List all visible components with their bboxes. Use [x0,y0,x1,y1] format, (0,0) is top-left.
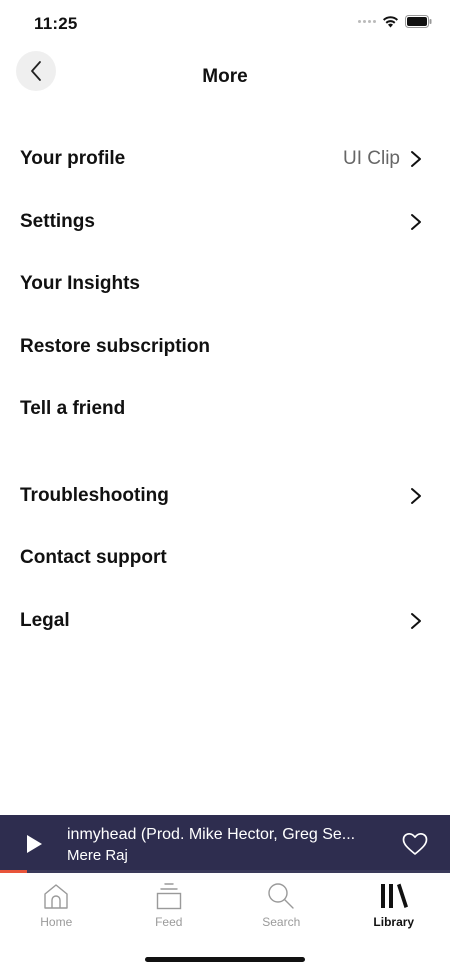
menu-item-label: Legal [20,609,70,631]
menu-item-tell-a-friend[interactable]: Tell a friend [0,378,450,441]
menu-item-label: Your profile [20,148,126,170]
now-playing-artist: Mere Raj [67,847,128,864]
chevron-right-icon [410,150,424,168]
tab-search[interactable]: Search [225,873,338,939]
menu-item-label: Troubleshooting [20,484,169,506]
mini-player[interactable]: inmyhead (Prod. Mike Hector, Greg Se... … [0,815,450,873]
tab-label: Feed [155,915,183,929]
chevron-right-icon [410,487,424,505]
play-icon[interactable] [24,834,44,854]
tab-label: Search [262,915,301,929]
menu-section-gap [0,441,450,465]
menu-item-contact-support[interactable]: Contact support [0,527,450,590]
tab-label: Home [40,915,73,929]
menu-item-label: Settings [20,210,95,232]
status-bar: 11:25 [0,0,450,46]
tab-label: Library [373,915,415,929]
tab-feed[interactable]: Feed [113,873,226,939]
menu-item-your-profile[interactable]: Your profile UI Clip [0,128,450,191]
header: More [0,46,450,106]
chevron-right-icon [410,612,424,630]
menu-item-restore-subscription[interactable]: Restore subscription [0,316,450,379]
tab-bar: Home Feed Search Library [0,873,450,939]
home-indicator[interactable] [145,957,305,962]
profile-name-value: UI Clip [342,148,400,170]
menu-item-troubleshooting[interactable]: Troubleshooting [0,465,450,528]
signal-dots-icon [358,20,376,23]
page-title: More [202,66,248,87]
chevron-right-icon [410,213,424,231]
battery-icon [405,15,432,28]
tab-home[interactable]: Home [0,873,113,939]
library-icon [377,881,411,911]
menu-item-label: Restore subscription [20,335,211,357]
search-icon [264,881,298,911]
status-time: 11:25 [34,14,78,33]
home-icon [39,881,73,911]
feed-icon [152,881,186,911]
tab-library[interactable]: Library [338,873,450,939]
menu-item-label: Contact support [20,547,167,569]
now-playing-title: inmyhead (Prod. Mike Hector, Greg Se... [67,826,356,843]
wifi-icon [383,16,398,28]
menu-item-label: Tell a friend [20,398,126,420]
menu-item-legal[interactable]: Legal [0,590,450,653]
menu-item-your-insights[interactable]: Your Insights [0,253,450,316]
menu-item-label: Your Insights [20,273,140,295]
menu-item-settings[interactable]: Settings [0,191,450,254]
more-menu: Your profile UI Clip Settings Your Insig… [0,128,450,652]
heart-icon[interactable] [402,832,428,856]
status-icons [358,15,432,28]
